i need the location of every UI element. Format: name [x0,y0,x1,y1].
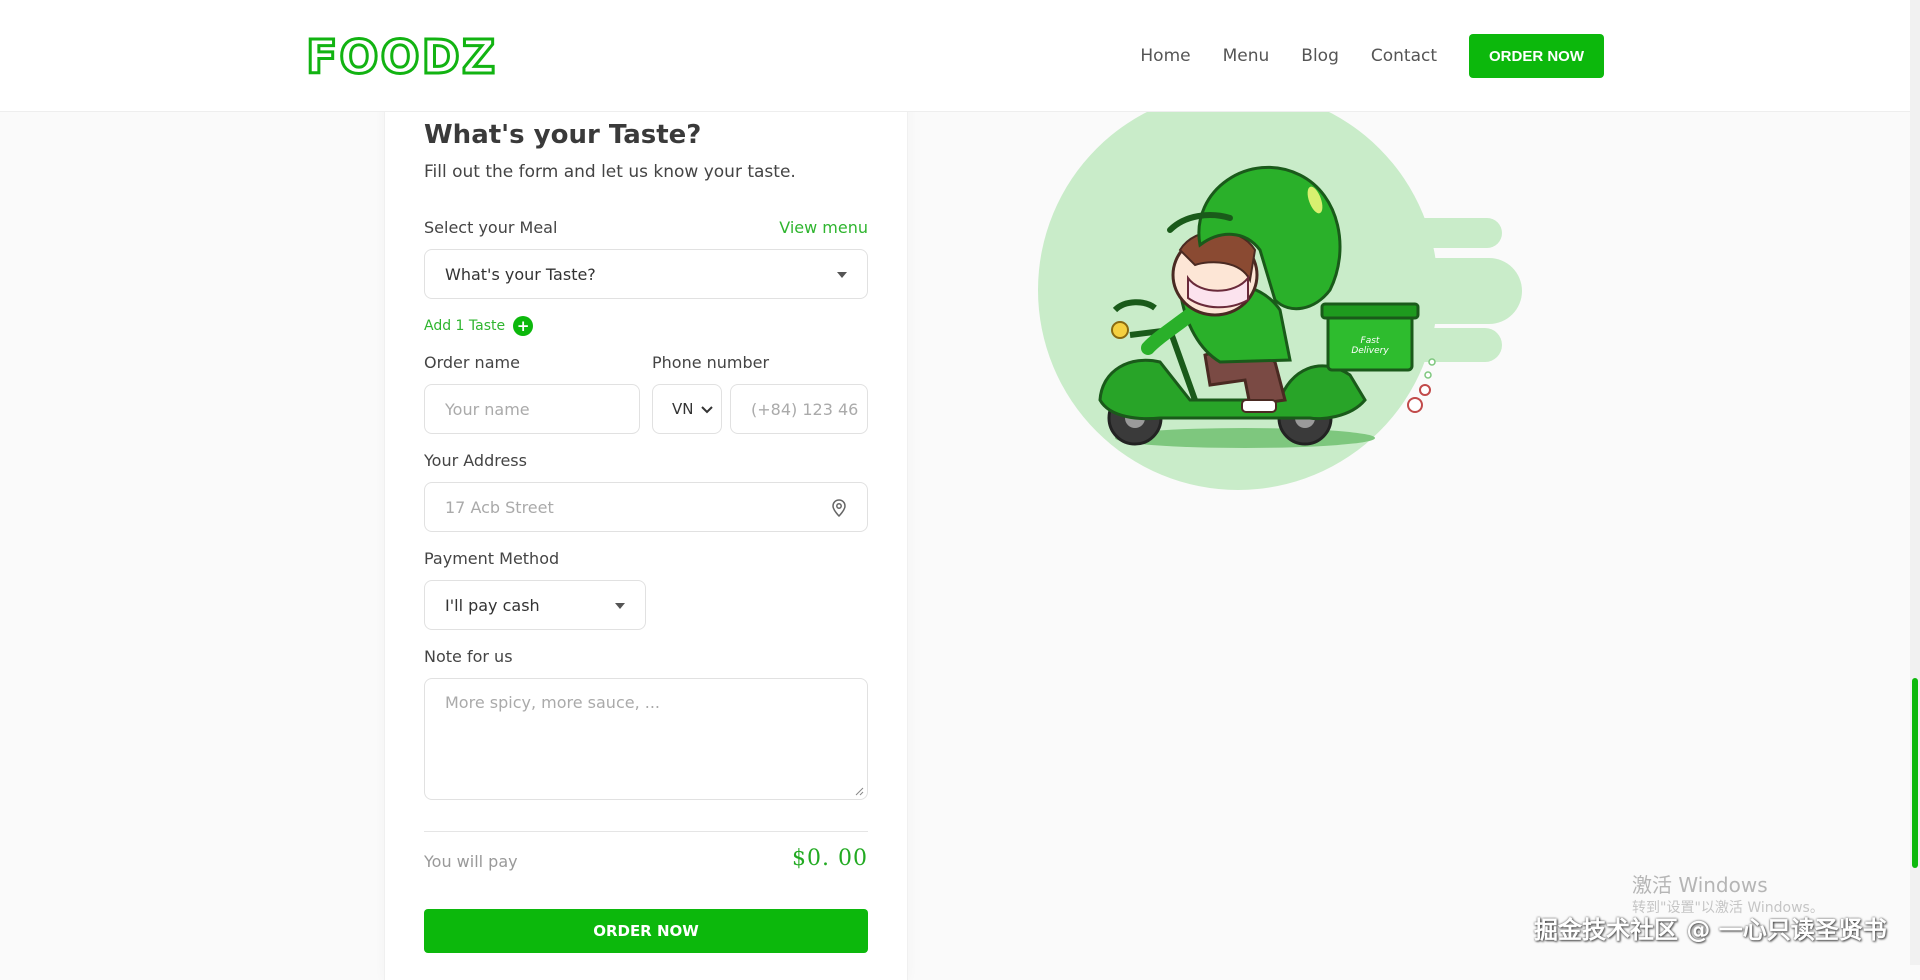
form-title: What's your Taste? [424,120,702,150]
note-textarea[interactable]: More spicy, more sauce, ... [424,678,868,800]
exhaust-puff [1424,371,1432,379]
scrollbar-thumb[interactable] [1912,678,1918,868]
form-subtitle: Fill out the form and let us know your t… [424,162,796,182]
phone-label: Phone number [652,353,770,372]
meal-label: Select your Meal [424,218,558,237]
address-placeholder: 17 Acb Street [445,497,554,517]
country-code-select[interactable]: VN [652,384,722,434]
phone-placeholder: (+84) 123 46 [751,399,859,419]
payment-label: Payment Method [424,549,560,568]
box-text-fast: Fast [1361,336,1380,346]
meal-select-value: What's your Taste? [445,264,596,284]
main-nav: Home Menu Blog Contact ORDER NOW [1140,34,1604,78]
location-pin-icon [832,499,846,517]
address-input[interactable]: 17 Acb Street [424,482,868,532]
country-code-value: VN [672,400,694,418]
exhaust-puff [1428,358,1436,366]
exhaust-puff [1419,384,1431,396]
nav-home-link[interactable]: Home [1140,46,1190,66]
total-amount: $0. 00 [792,846,868,871]
chevron-down-icon [837,272,847,278]
add-taste-label: Add 1 Taste [424,318,506,334]
payment-method-select[interactable]: I'll pay cash [424,580,646,630]
order-name-input[interactable]: Your name [424,384,640,434]
nav-menu-link[interactable]: Menu [1223,46,1270,66]
submit-order-button[interactable]: ORDER NOW [424,909,868,953]
phone-input[interactable]: (+84) 123 46 [730,384,868,434]
foodz-logo[interactable]: FOODZ [304,29,497,86]
meal-select[interactable]: What's your Taste? [424,249,868,299]
chevron-down-icon [615,603,625,609]
order-name-label: Order name [424,353,520,372]
note-label: Note for us [424,647,513,666]
total-label: You will pay [424,852,518,871]
exhaust-puff [1407,397,1423,413]
windows-activation-notice: 激活 Windows [1632,873,1768,897]
order-name-placeholder: Your name [445,399,530,419]
form-divider [424,831,868,832]
box-text-delivery: Delivery [1351,346,1389,356]
resize-handle-icon[interactable] [855,787,864,796]
community-watermark: 掘金技术社区 @ 一心只读圣贤书 [1534,916,1887,944]
nav-blog-link[interactable]: Blog [1301,46,1339,66]
header-order-now-button[interactable]: ORDER NOW [1469,34,1604,78]
speed-streak [1370,218,1502,248]
site-header: FOODZ Home Menu Blog Contact ORDER NOW [0,0,1910,112]
plus-icon: + [513,316,534,336]
payment-method-value: I'll pay cash [445,595,540,615]
add-taste-button[interactable]: Add 1 Taste + [424,316,534,336]
delivery-illustration: Fast Delivery [1038,100,1522,490]
page-scrollbar[interactable] [1910,0,1920,965]
chevron-down-icon [701,406,713,414]
nav-contact-link[interactable]: Contact [1371,46,1437,66]
note-placeholder: More spicy, more sauce, ... [445,693,661,712]
address-label: Your Address [424,451,527,470]
view-menu-link[interactable]: View menu [779,218,868,237]
